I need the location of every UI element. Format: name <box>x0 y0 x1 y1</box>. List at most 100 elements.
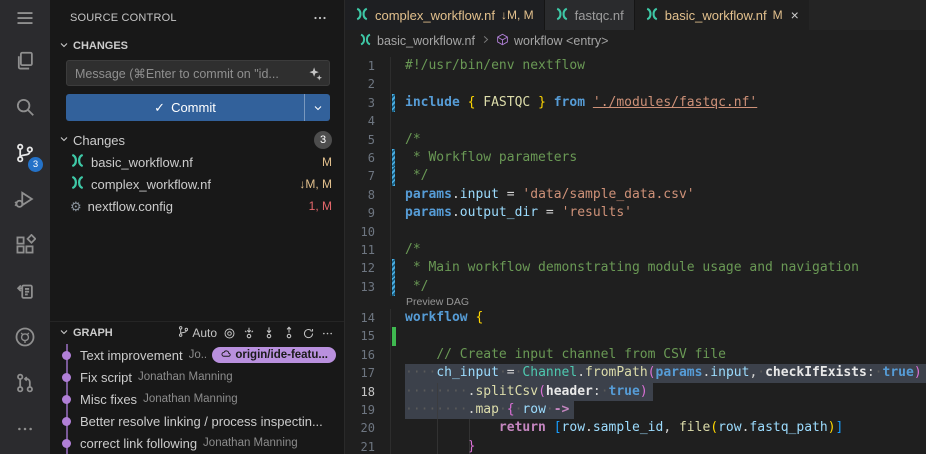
gutter-decoration <box>390 112 405 130</box>
tab-complex-workflow[interactable]: complex_workflow.nf ↓M, M <box>345 0 545 30</box>
line-number[interactable]: 19 <box>345 401 385 419</box>
line-number[interactable]: 17 <box>345 364 385 382</box>
code-line[interactable]: 1 #!/usr/bin/env nextflow <box>345 57 926 75</box>
panel-title: SOURCE CONTROL <box>70 12 177 24</box>
sidebar-title-row: SOURCE CONTROL <box>50 0 344 35</box>
code-line[interactable]: 8params.input = 'data/sample_data.csv' <box>345 186 926 204</box>
goto-current-commit-icon[interactable] <box>223 327 236 340</box>
line-number[interactable]: 6 <box>345 149 385 167</box>
push-icon[interactable] <box>282 326 296 340</box>
code-line[interactable]: 21 } <box>345 438 926 454</box>
commit-row[interactable]: Fix script Jonathan Manning <box>50 366 344 388</box>
line-number[interactable]: 14 <box>345 309 385 327</box>
code-line[interactable]: 17····ch_input·=·Channel.fromPath(params… <box>345 364 926 382</box>
code-line[interactable]: 7 */ <box>345 167 926 185</box>
line-number[interactable]: 18 <box>345 383 385 401</box>
tab-bar: complex_workflow.nf ↓M, M fastqc.nf basi… <box>345 0 926 30</box>
search-icon <box>14 96 36 123</box>
code-line[interactable]: 18········.splitCsv(header:·true) <box>345 383 926 401</box>
commit-dropdown-button[interactable] <box>304 94 330 121</box>
gutter-decoration <box>390 204 405 222</box>
line-number[interactable]: 4 <box>345 112 385 130</box>
sidebar-item-explorer[interactable] <box>0 40 50 86</box>
line-number[interactable]: 5 <box>345 131 385 149</box>
refresh-icon[interactable] <box>302 327 315 340</box>
close-icon[interactable]: × <box>791 7 799 23</box>
graph-auto-toggle[interactable]: Auto <box>177 325 217 341</box>
line-number[interactable]: 16 <box>345 346 385 364</box>
commit-button[interactable]: ✓ Commit <box>66 94 330 121</box>
code-line[interactable]: 2 <box>345 75 926 93</box>
tab-status: M <box>773 8 783 22</box>
commit-row[interactable]: Text improvement Jo... origin/ide-featu.… <box>50 344 344 366</box>
line-number[interactable]: 15 <box>345 327 385 345</box>
run-debug-icon <box>14 188 36 215</box>
line-number[interactable]: 8 <box>345 186 385 204</box>
code-line[interactable]: 10 <box>345 223 926 241</box>
line-number[interactable]: 20 <box>345 419 385 437</box>
remote-branch-badge[interactable]: origin/ide-featu... <box>212 347 336 363</box>
code-line[interactable]: 15 <box>345 327 926 345</box>
changed-file-basic-workflow[interactable]: basic_workflow.nf M <box>50 151 344 173</box>
line-number[interactable]: 10 <box>345 223 385 241</box>
sidebar-item-search[interactable] <box>0 86 50 132</box>
sidebar-item-pull-request[interactable] <box>0 362 50 408</box>
panel-more-actions-icon[interactable] <box>310 8 330 28</box>
tab-basic-workflow[interactable]: basic_workflow.nf M × <box>635 0 809 30</box>
code-lines: 1 #!/usr/bin/env nextflow 23include { FAST… <box>345 52 926 454</box>
sidebar-item-references[interactable] <box>0 270 50 316</box>
fetch-icon[interactable] <box>242 326 256 340</box>
line-number[interactable]: 1 <box>345 57 385 75</box>
sidebar-item-extensions[interactable] <box>0 224 50 270</box>
line-number[interactable]: 7 <box>345 167 385 185</box>
gutter-decoration <box>390 57 405 75</box>
line-number[interactable]: 11 <box>345 241 385 259</box>
code-line[interactable]: 5/* <box>345 131 926 149</box>
line-number[interactable]: 12 <box>345 259 385 277</box>
code-line[interactable]: 6 * Workflow parameters <box>345 149 926 167</box>
code-text: #!/usr/bin/env nextflow <box>405 57 585 75</box>
code-line[interactable]: 4 <box>345 112 926 130</box>
code-line[interactable]: 20 return [row.sample_id, file(row.fastq… <box>345 419 926 437</box>
tab-fastqc[interactable]: fastqc.nf <box>545 0 635 30</box>
line-number[interactable]: 3 <box>345 94 385 112</box>
code-text: * Workflow parameters <box>405 149 577 167</box>
changed-file-complex-workflow[interactable]: complex_workflow.nf ↓M, M <box>50 173 344 195</box>
line-number[interactable]: 13 <box>345 278 385 296</box>
changes-tree-header[interactable]: Changes 3 <box>50 129 344 151</box>
changes-section-header[interactable]: CHANGES <box>50 35 344 57</box>
commit-row[interactable]: Misc fixes Jonathan Manning <box>50 388 344 410</box>
code-line[interactable]: 11/* <box>345 241 926 259</box>
sidebar-item-source-control[interactable]: 3 <box>0 132 50 178</box>
graph-section-header[interactable]: GRAPH Auto <box>50 322 344 344</box>
line-number[interactable]: 21 <box>345 438 385 454</box>
code-line[interactable]: 19········.map·{·row·-> <box>345 401 926 419</box>
line-number[interactable]: 9 <box>345 204 385 222</box>
breadcrumb-file[interactable]: basic_workflow.nf <box>377 34 475 48</box>
commit-row[interactable]: correct link following Jonathan Manning <box>50 432 344 454</box>
commit-message: Misc fixes <box>80 392 137 407</box>
code-line[interactable]: 12 * Main workflow demonstrating module … <box>345 259 926 277</box>
changes-count-badge: 3 <box>314 131 332 149</box>
code-line[interactable]: 16 // Create input channel from CSV file <box>345 346 926 364</box>
file-status: ↓M, M <box>299 177 332 191</box>
line-number[interactable]: 2 <box>345 75 385 93</box>
pull-icon[interactable] <box>262 326 276 340</box>
code-line[interactable]: 3include { FASTQC } from './modules/fast… <box>345 94 926 112</box>
activity-more-button[interactable] <box>0 408 50 454</box>
sidebar-item-github[interactable] <box>0 316 50 362</box>
sparkle-icon[interactable] <box>308 66 323 81</box>
sidebar-item-run-debug[interactable] <box>0 178 50 224</box>
menu-button[interactable] <box>0 0 50 40</box>
codelens-preview-dag[interactable]: Preview DAG <box>345 296 926 309</box>
commit-message-input[interactable]: Message (⌘Enter to commit on "id... <box>66 60 330 86</box>
git-modified-gutter-marker <box>390 94 405 112</box>
code-line[interactable]: 14workflow { <box>345 309 926 327</box>
breadcrumb-symbol[interactable]: workflow <entry> <box>514 34 608 48</box>
graph-auto-label: Auto <box>192 326 217 340</box>
code-line[interactable]: 9params.output_dir = 'results' <box>345 204 926 222</box>
commit-row[interactable]: Better resolve linking / process inspect… <box>50 410 344 432</box>
changed-file-nextflow-config[interactable]: ⚙ nextflow.config 1, M <box>50 195 344 217</box>
code-line[interactable]: 13 */ <box>345 278 926 296</box>
graph-more-icon[interactable] <box>321 327 334 340</box>
